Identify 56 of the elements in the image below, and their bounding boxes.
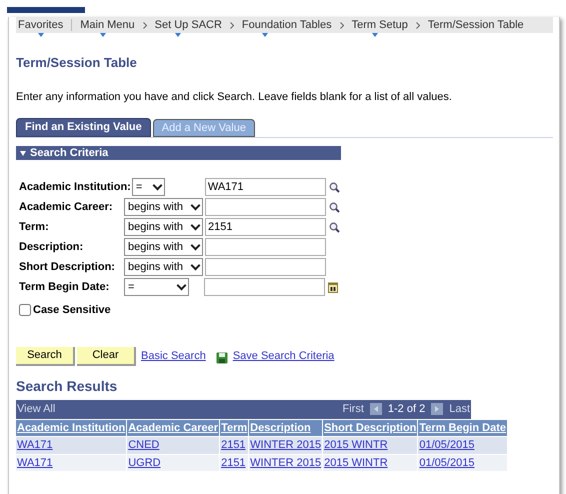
field-label: Term Begin Date: [19,280,110,293]
input-field[interactable] [205,238,326,256]
operator-dropdown[interactable]: begins with [124,238,203,256]
section-title: Search Criteria [30,146,108,161]
breadcrumb-link[interactable]: Main Menu [80,18,135,31]
search-icon[interactable] [329,202,340,212]
field-label: Academic Career: [19,200,113,213]
operator-dropdown[interactable]: = [124,278,189,296]
field-label: Term: [19,220,49,233]
instruction-text: Enter any information you have and click Search. Leave fields blank for a list of all values. [16,90,453,104]
operator-dropdown[interactable]: begins with [124,258,203,276]
section-title: Search Results [16,376,118,396]
operator-dropdown[interactable]: = [132,178,165,196]
expand-icon[interactable] [20,150,26,156]
chevron-icon [416,22,420,28]
calendar-icon[interactable] [328,282,338,292]
tab[interactable]: Find an Existing Value [16,118,151,137]
field-label: Description: [19,240,84,253]
page-range: 1-2 of 2 [388,402,426,417]
page-title: Term/Session Table [16,54,138,72]
next-icon[interactable] [431,403,444,415]
input-field[interactable] [204,278,325,296]
dropdown-icon[interactable] [38,33,44,38]
button[interactable]: Search [16,346,75,366]
checkbox[interactable] [19,304,31,316]
dropdown-icon[interactable] [372,33,378,38]
breadcrumb-link[interactable]: Foundation Tables [242,18,332,31]
search-icon[interactable] [328,182,340,192]
input-field[interactable]: 2151 [205,218,326,236]
dropdown-icon[interactable] [174,33,181,38]
operator-dropdown[interactable]: begins with [124,218,203,236]
link[interactable]: Basic Search [141,348,206,364]
field-label: Academic Institution: [19,180,131,193]
link[interactable]: Save Search Criteria [232,348,334,364]
breadcrumb-link[interactable]: Term/Session Table [428,18,524,31]
dropdown-icon[interactable] [262,33,268,38]
breadcrumb-link[interactable]: Favorites [18,18,64,31]
breadcrumb-link[interactable]: Term Setup [352,18,408,31]
dropdown-icon[interactable] [100,33,106,38]
breadcrumb-link[interactable]: Set Up SACR [154,18,222,31]
input-field[interactable] [205,198,326,216]
chevron-icon [142,22,147,28]
input-field[interactable]: WA171 [204,178,326,196]
search-icon[interactable] [329,222,340,232]
chevron-icon [340,22,344,28]
operator-dropdown[interactable]: begins with [124,198,203,216]
input-field[interactable] [205,258,326,276]
button[interactable]: Clear [77,346,136,366]
field-label: Short Description: [19,260,115,273]
view-all-link[interactable]: View All [17,400,56,418]
checkbox-label: Case Sensitive [33,303,111,318]
first-link[interactable]: First [342,400,364,418]
last-link[interactable]: Last [449,400,470,418]
chevron-icon [230,22,234,28]
previous-icon[interactable] [370,403,382,415]
save-icon[interactable] [216,352,228,364]
